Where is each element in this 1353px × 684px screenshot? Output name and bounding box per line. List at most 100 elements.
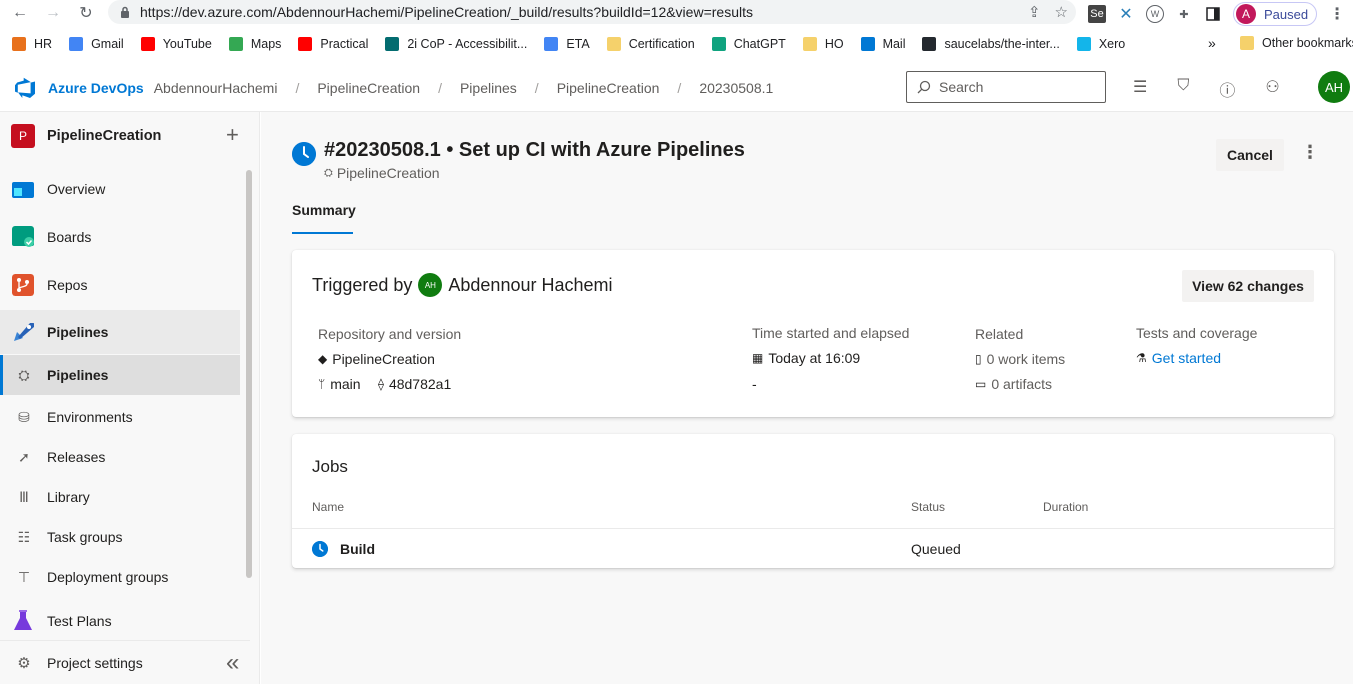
bookmark-item[interactable]: saucelabs/the-inter... (922, 37, 1060, 51)
forward-icon[interactable]: → (43, 3, 63, 23)
sidebar-item-pipelines[interactable]: Pipelines (0, 310, 240, 354)
breadcrumb-project[interactable]: PipelineCreation (317, 80, 420, 96)
bookmark-label: HR (34, 37, 53, 51)
branch[interactable]: ᛘ main (318, 376, 361, 392)
bookmark-item[interactable]: Gmail (69, 37, 124, 51)
other-bookmarks-folder[interactable]: Other bookmarks (1240, 36, 1353, 50)
column-header-name: Name (312, 500, 345, 514)
sidebar-item-test-plans[interactable]: Test Plans (0, 599, 240, 643)
bookmark-item[interactable]: Mail (860, 37, 905, 51)
breadcrumb-run[interactable]: 20230508.1 (699, 80, 773, 96)
bookmark-favicon-icon (606, 37, 621, 51)
wappalyzer-icon[interactable]: W (1146, 5, 1164, 23)
sidebar-subitem-releases[interactable]: ➚ Releases (0, 437, 240, 477)
sidebar-subitem-environments[interactable]: ⛁ Environments (0, 397, 240, 437)
browser-menu-icon[interactable]: ⋮ (1328, 5, 1346, 23)
view-changes-button[interactable]: View 62 changes (1182, 270, 1314, 302)
back-icon[interactable]: ← (10, 3, 30, 23)
bookmark-label: Certification (628, 37, 695, 51)
bookmark-item[interactable]: ETA (544, 37, 590, 51)
profile-avatar: A (1236, 4, 1256, 24)
sidebar-subitem-label: Releases (47, 449, 106, 465)
bookmark-item[interactable]: 2i CoP - Accessibilit... (385, 37, 527, 51)
artifacts[interactable]: ▭ 0 artifacts (975, 376, 1052, 392)
azure-devops-logo-icon[interactable] (13, 76, 37, 100)
bookmark-item[interactable]: Xero (1076, 37, 1126, 51)
address-bar[interactable]: https://dev.azure.com/AbdennourHachemi/P… (108, 0, 1076, 24)
time-label: Time started and elapsed (752, 325, 910, 341)
bookmark-label: Xero (1098, 37, 1126, 51)
sidebar-subitem-task-groups[interactable]: ☷ Task groups (0, 517, 240, 557)
sidebar-subitem-deployment-groups[interactable]: ⊤ Deployment groups (0, 557, 240, 597)
bookmark-star-icon[interactable]: ☆ (1055, 3, 1068, 21)
side-panel-icon[interactable] (1204, 5, 1222, 23)
commit[interactable]: ⟠ 48d782a1 (378, 376, 451, 392)
commit-icon: ⟠ (378, 377, 384, 391)
tab-summary[interactable]: Summary (292, 202, 356, 218)
bookmark-item[interactable]: YouTube (140, 37, 212, 51)
sidebar-item-repos[interactable]: Repos (0, 263, 240, 307)
sidebar-subitem-label: Environments (47, 409, 133, 425)
extensions-puzzle-icon[interactable]: ✚ (1175, 5, 1193, 23)
more-actions-icon[interactable]: ⋮ (1301, 142, 1319, 163)
bookmark-label: HO (824, 37, 844, 51)
share-icon[interactable]: ⇪ (1028, 3, 1041, 21)
pipeline-link[interactable]: ⛭ PipelineCreation (324, 165, 440, 181)
bookmark-label: ETA (566, 37, 590, 51)
pipeline-name: PipelineCreation (336, 165, 440, 181)
extension-x-icon[interactable]: ✕ (1117, 5, 1135, 23)
bookmark-favicon-icon (1076, 37, 1091, 51)
other-bookmarks-label: Other bookmarks (1262, 36, 1353, 50)
test-flask-icon: ⚗ (1136, 351, 1147, 365)
get-started-link[interactable]: ⚗ Get started (1136, 350, 1221, 366)
cancel-button[interactable]: Cancel (1216, 139, 1284, 171)
sidebar-item-boards[interactable]: Boards (0, 215, 240, 259)
marketplace-bag-icon[interactable]: ⛉ (1177, 77, 1189, 101)
breadcrumb-separator: / (677, 79, 682, 96)
sidebar-item-overview[interactable]: Overview (0, 167, 240, 211)
bookmark-item[interactable]: ChatGPT (711, 37, 786, 51)
profile-button[interactable]: A Paused (1233, 2, 1318, 26)
bookmark-label: ChatGPT (733, 37, 786, 51)
ado-header: Azure DevOps AbdennourHachemi / Pipeline… (0, 64, 1353, 112)
bookmark-favicon-icon (298, 37, 313, 51)
bookmark-item[interactable]: Maps (228, 37, 281, 51)
bookmark-item[interactable]: Practical (298, 37, 368, 51)
sidebar-subitem-library[interactable]: Ⅲ Library (0, 477, 240, 517)
brand-name[interactable]: Azure DevOps (48, 80, 144, 96)
add-icon[interactable]: + (226, 124, 239, 146)
sidebar-scrollbar[interactable] (246, 170, 252, 578)
work-items[interactable]: ▯ 0 work items (975, 351, 1065, 367)
sidebar-subitem-label: Library (47, 489, 90, 505)
search-input[interactable]: Search (906, 71, 1106, 103)
bookmark-item[interactable]: Certification (606, 37, 695, 51)
repo-name[interactable]: ◆ PipelineCreation (318, 351, 435, 367)
bookmark-label: 2i CoP - Accessibilit... (407, 37, 528, 51)
branch-icon: ᛘ (318, 377, 326, 391)
project-badge: P (11, 124, 35, 148)
bookmark-item[interactable]: HR (12, 37, 52, 51)
triggered-by-label: Triggered by (312, 274, 413, 295)
library-icon: Ⅲ (19, 488, 29, 505)
reload-icon[interactable]: ↻ (76, 3, 96, 23)
releases-rocket-icon: ➚ (18, 448, 30, 465)
project-header[interactable]: P PipelineCreation + (0, 112, 260, 160)
bookmarks-overflow-icon[interactable]: » (1208, 35, 1216, 51)
breadcrumb-pipelines[interactable]: Pipelines (460, 80, 517, 96)
sidebar: P PipelineCreation + Overview Boards Rep… (0, 112, 260, 684)
bookmark-label: YouTube (162, 37, 212, 51)
time-started: ▦ Today at 16:09 (752, 350, 860, 366)
collapse-sidebar-icon[interactable]: « (226, 649, 239, 677)
help-icon[interactable]: ⓘ (1219, 77, 1235, 101)
breadcrumb-org[interactable]: AbdennourHachemi (154, 80, 278, 96)
selenium-extension-icon[interactable]: Se (1088, 5, 1106, 23)
user-avatar[interactable]: AH (1318, 71, 1350, 103)
breadcrumb-pipeline[interactable]: PipelineCreation (557, 80, 660, 96)
sidebar-subitem-pipelines[interactable]: ⛭ Pipelines (0, 355, 240, 395)
table-row[interactable]: Build Queued (292, 529, 1334, 568)
user-settings-icon[interactable]: ⚇ (1265, 77, 1279, 101)
tab-active-indicator (292, 232, 353, 234)
project-settings[interactable]: ⚙ Project settings « (0, 640, 250, 684)
task-list-icon[interactable]: ☰ (1133, 77, 1147, 101)
bookmark-item[interactable]: HO (802, 37, 844, 51)
